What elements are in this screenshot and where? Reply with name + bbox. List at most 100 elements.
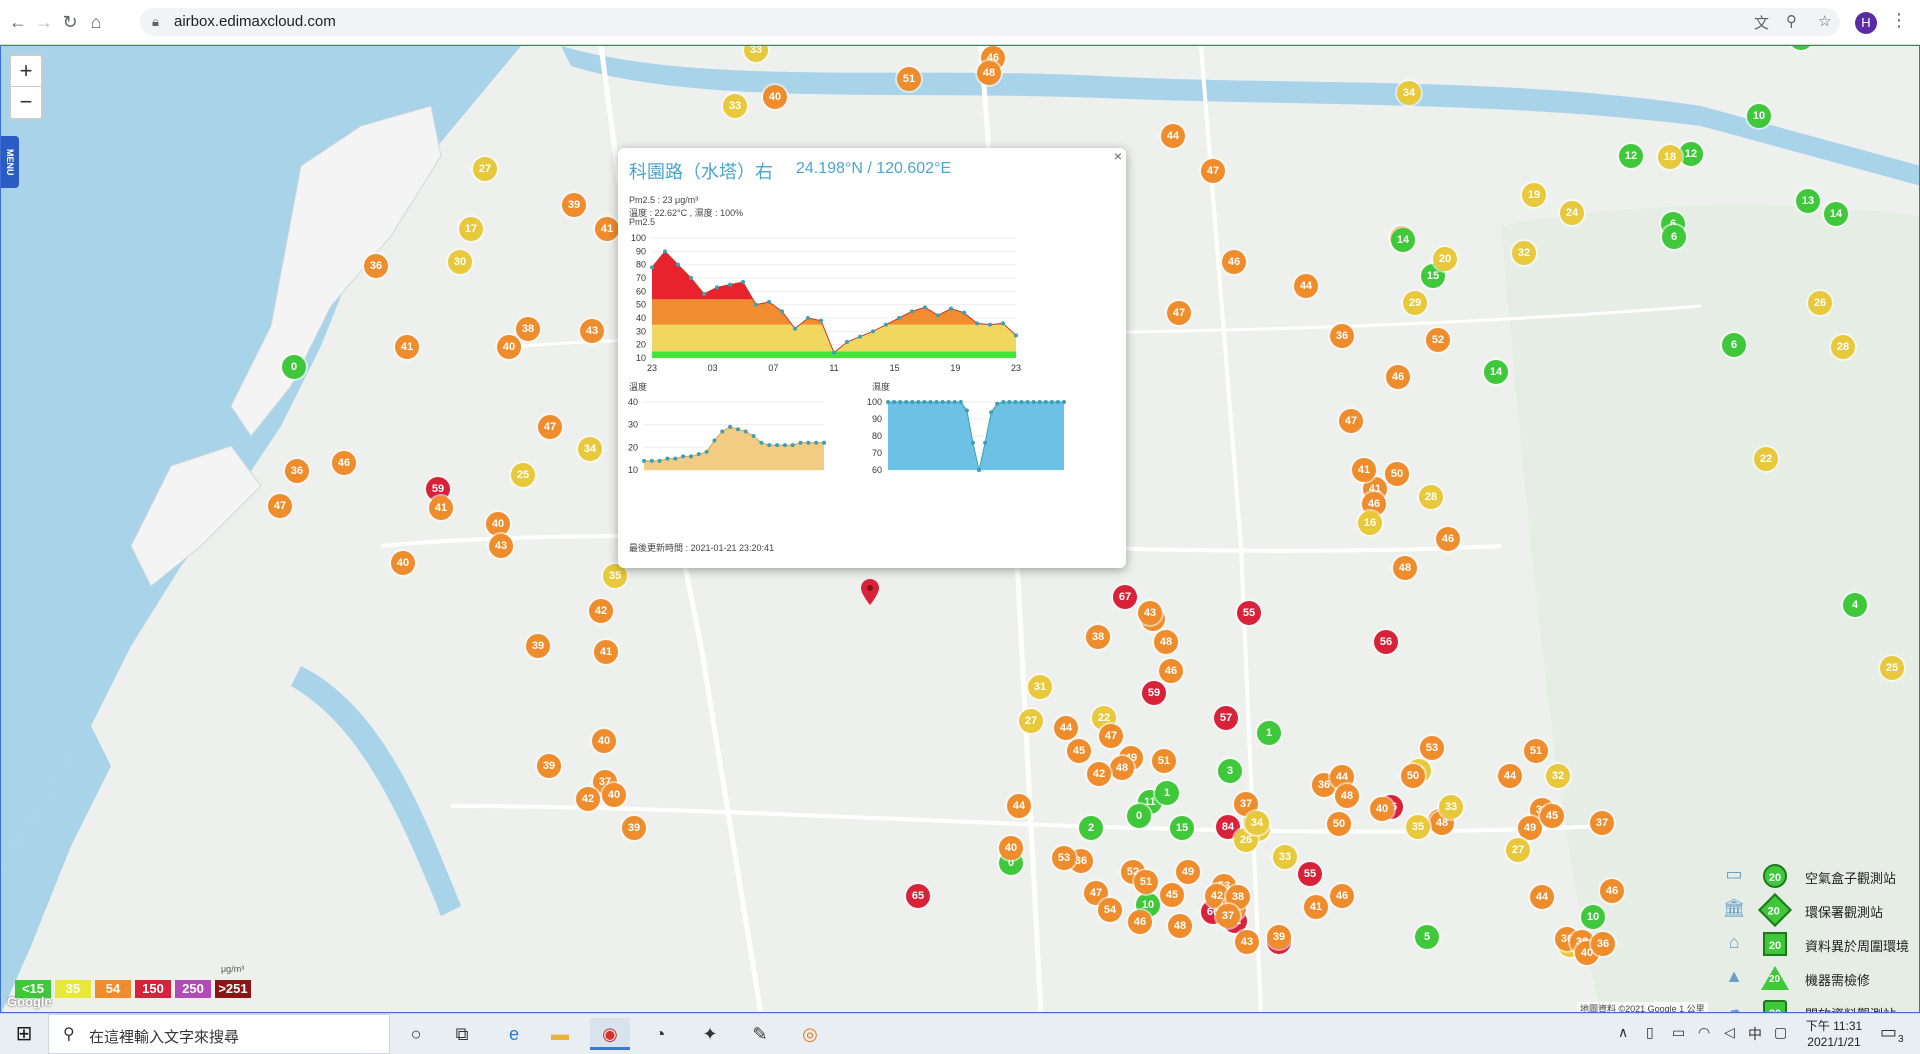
station-marker[interactable]: 57 <box>1214 706 1238 730</box>
ime-indicator[interactable]: 中 <box>1748 1024 1762 1044</box>
station-marker[interactable]: 47 <box>1339 409 1363 433</box>
station-marker[interactable]: 33 <box>1439 795 1463 819</box>
home-icon[interactable]: ⌂ <box>86 12 106 32</box>
station-marker[interactable]: 48 <box>1393 556 1417 580</box>
chrome-icon[interactable]: ◉ <box>590 1018 630 1050</box>
station-marker[interactable]: 41 <box>594 640 618 664</box>
station-marker[interactable]: 48 <box>1168 914 1192 938</box>
station-marker[interactable]: 10 <box>1581 905 1605 929</box>
station-marker[interactable]: 40 <box>763 85 787 109</box>
station-marker[interactable]: 49 <box>1176 860 1200 884</box>
station-marker[interactable]: 44 <box>1054 716 1078 740</box>
station-marker[interactable]: 38 <box>1086 625 1110 649</box>
network-icon[interactable]: ◠ <box>1698 1024 1710 1041</box>
station-marker[interactable]: 14 <box>1391 228 1415 252</box>
station-marker[interactable]: 67 <box>1113 585 1137 609</box>
station-marker[interactable]: 14 <box>1484 360 1508 384</box>
forward-icon[interactable]: → <box>34 12 54 32</box>
location-pin-icon[interactable] <box>861 579 879 605</box>
station-marker[interactable]: 48 <box>977 61 1001 85</box>
station-marker[interactable]: 50 <box>1401 764 1425 788</box>
station-marker[interactable]: 1 <box>1257 721 1281 745</box>
station-marker[interactable]: 14 <box>1824 202 1848 226</box>
station-marker[interactable]: 46 <box>1159 659 1183 683</box>
address-bar[interactable]: 🔒︎ airbox.edimaxcloud.com <box>140 8 1840 36</box>
station-marker[interactable]: 32 <box>1546 764 1570 788</box>
station-marker[interactable]: 47 <box>1167 301 1191 325</box>
station-marker[interactable]: 28 <box>1831 335 1855 359</box>
station-marker[interactable]: 51 <box>1134 870 1158 894</box>
station-marker[interactable]: 43 <box>1138 601 1162 625</box>
clock-time[interactable]: 下午 11:31 <box>1800 1017 1868 1034</box>
station-marker[interactable]: 40 <box>592 729 616 753</box>
station-marker[interactable]: 56 <box>1374 630 1398 654</box>
zoom-icon[interactable]: ⚲ <box>1786 12 1797 30</box>
station-marker[interactable]: 43 <box>489 534 513 558</box>
notification-icon[interactable]: ▭ <box>1880 1022 1897 1043</box>
kebab-menu-icon[interactable]: ⋮ <box>1890 10 1908 31</box>
app-clock-icon[interactable]: ◔ <box>640 1018 680 1050</box>
station-marker[interactable]: 36 <box>364 254 388 278</box>
station-marker[interactable]: 27 <box>1019 709 1043 733</box>
station-marker[interactable]: 41 <box>429 496 453 520</box>
station-marker[interactable]: 48 <box>1335 784 1359 808</box>
station-marker[interactable]: 34 <box>1245 811 1269 835</box>
profile-avatar[interactable]: H <box>1855 12 1877 34</box>
station-marker[interactable]: 43 <box>1235 930 1259 954</box>
station-marker[interactable]: 59 <box>1142 681 1166 705</box>
station-marker[interactable]: 44 <box>1007 794 1031 818</box>
station-marker[interactable]: 52 <box>1426 328 1450 352</box>
cortana-icon[interactable]: ○ <box>396 1018 436 1050</box>
app-bird-icon[interactable]: ✦ <box>690 1018 730 1050</box>
station-marker[interactable]: 54 <box>1098 898 1122 922</box>
station-marker[interactable]: 47 <box>1099 724 1123 748</box>
station-marker[interactable]: 48 <box>1154 630 1178 654</box>
reload-icon[interactable]: ↻ <box>60 12 80 32</box>
station-marker[interactable]: 39 <box>1267 925 1291 949</box>
station-marker[interactable]: 6 <box>1662 225 1686 249</box>
station-marker[interactable]: 35 <box>1406 815 1430 839</box>
station-marker[interactable]: 0 <box>282 355 306 379</box>
chevron-up-icon[interactable]: ∧ <box>1618 1024 1628 1041</box>
station-marker[interactable]: 46 <box>332 451 356 475</box>
station-marker[interactable]: 36 <box>285 459 309 483</box>
station-marker[interactable]: 39 <box>526 634 550 658</box>
station-marker[interactable]: 44 <box>1294 274 1318 298</box>
translate-icon[interactable]: 文 <box>1754 12 1769 33</box>
station-marker[interactable]: 30 <box>448 250 472 274</box>
station-marker[interactable]: 34 <box>1397 81 1421 105</box>
station-marker[interactable]: 5 <box>1415 925 1439 949</box>
windows-start-icon[interactable]: ⊞ <box>0 1014 48 1054</box>
station-marker[interactable]: 46 <box>1436 527 1460 551</box>
station-marker[interactable]: 18 <box>1658 145 1682 169</box>
station-marker[interactable]: 31 <box>1028 675 1052 699</box>
station-marker[interactable]: 41 <box>395 335 419 359</box>
station-marker[interactable]: 47 <box>538 415 562 439</box>
clock-date[interactable]: 2021/1/21 <box>1800 1035 1868 1049</box>
station-marker[interactable]: 20 <box>1433 247 1457 271</box>
station-marker[interactable]: 26 <box>1808 291 1832 315</box>
station-marker[interactable]: 40 <box>391 551 415 575</box>
station-marker[interactable]: 1 <box>1155 781 1179 805</box>
station-marker[interactable]: 39 <box>562 193 586 217</box>
station-marker[interactable]: 10 <box>1747 104 1771 128</box>
file-explorer-icon[interactable]: ▬ <box>540 1018 580 1050</box>
lock-icon[interactable]: 🔒︎ <box>152 14 159 30</box>
station-marker[interactable]: 3 <box>1218 759 1242 783</box>
station-marker[interactable]: 12 <box>1619 144 1643 168</box>
station-marker[interactable]: 27 <box>1506 838 1530 862</box>
station-marker[interactable]: 46 <box>1222 250 1246 274</box>
station-marker[interactable]: 50 <box>1327 812 1351 836</box>
station-marker[interactable]: 39 <box>537 754 561 778</box>
taskbar-search[interactable]: ⚲ 在這裡輸入文字來搜尋 <box>48 1014 390 1054</box>
zoom-out-button[interactable]: − <box>11 86 41 117</box>
station-marker[interactable]: 25 <box>1880 656 1904 680</box>
menu-tab[interactable]: MENU <box>1 136 19 188</box>
station-marker[interactable]: 53 <box>1052 846 1076 870</box>
battery-icon[interactable]: ▭ <box>1672 1024 1685 1041</box>
station-marker[interactable]: 53 <box>1420 736 1444 760</box>
device-icon[interactable]: ▯ <box>1646 1024 1654 1041</box>
station-marker[interactable]: 44 <box>1530 885 1554 909</box>
station-marker[interactable]: 36 <box>1591 932 1615 956</box>
station-marker[interactable]: 32 <box>1512 241 1536 265</box>
